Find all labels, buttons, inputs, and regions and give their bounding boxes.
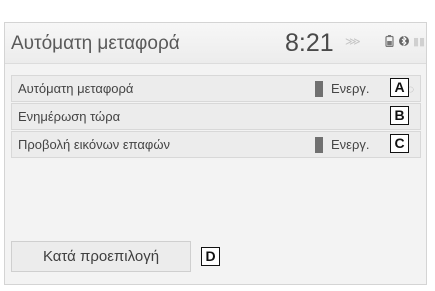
- battery-icon: [385, 35, 394, 50]
- phone-icon: ⋙: [345, 36, 361, 48]
- status-icons: ⋙ ▮▮: [345, 35, 425, 53]
- toggle-value: Ενεργ.: [331, 81, 370, 96]
- toggle-indicator: [315, 81, 323, 97]
- bluetooth-icon: [399, 35, 409, 50]
- default-button[interactable]: Κατά προεπιλογή: [11, 241, 191, 272]
- row-label: Ενημέρωση τώρα: [18, 109, 121, 124]
- row-label: Αυτόματη μεταφορά: [18, 81, 134, 96]
- signal-icon: ▮▮: [413, 36, 426, 48]
- callout-label: B: [390, 106, 409, 125]
- row-auto-transfer[interactable]: Αυτόματη μεταφορά Ενεργ. ◌: [11, 75, 421, 102]
- screen-frame: Αυτόματη μεταφορά 8:21 ⋙ ▮▮ Αυτόματη μετ…: [4, 22, 427, 285]
- row-show-contact-images[interactable]: Προβολή εικόνων επαφών Ενεργ.: [11, 131, 421, 158]
- page-title: Αυτόματη μεταφορά: [11, 33, 180, 54]
- row-label: Προβολή εικόνων επαφών: [18, 137, 171, 152]
- header-bar: Αυτόματη μεταφορά 8:21 ⋙ ▮▮: [5, 23, 426, 64]
- callout-label: A: [390, 78, 409, 97]
- toggle-indicator: [315, 137, 323, 153]
- clock: 8:21: [285, 29, 334, 57]
- callout-label: C: [390, 134, 409, 153]
- toggle-value: Ενεργ.: [331, 137, 370, 152]
- row-update-now[interactable]: Ενημέρωση τώρα: [11, 103, 421, 130]
- callout-label: D: [201, 247, 220, 266]
